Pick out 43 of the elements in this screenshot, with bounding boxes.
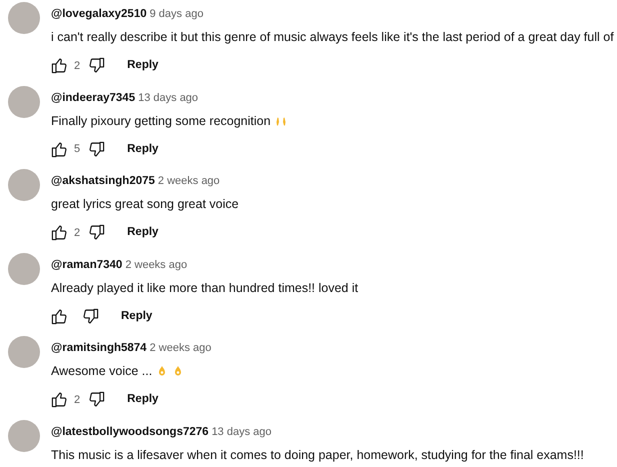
like-count: 2 [74,392,80,408]
like-count: 2 [74,58,80,74]
comment-text: Finally pixoury getting some recognition [51,112,271,130]
thumbs-up-icon[interactable] [51,57,68,74]
reply-button[interactable]: Reply [127,140,158,158]
thumbs-down-icon[interactable] [88,140,106,158]
thumbs-down-icon[interactable] [82,308,99,325]
avatar [8,252,40,284]
thumbs-up-icon[interactable] [51,224,68,242]
avatar [8,2,40,34]
like-count: 2 [74,226,80,240]
username[interactable]: @akshatsingh2075 [51,175,155,187]
username[interactable]: @latestbollywoodsongs7276 [51,426,209,438]
thumbs-up-icon[interactable] [51,391,68,408]
reply-button[interactable]: Reply [121,308,152,325]
comment-text: Already played it like more than hundred times!! loved it [51,280,358,297]
timestamp[interactable]: 2 weeks ago [158,175,220,187]
username[interactable]: @indeeray7345 [51,92,136,104]
reply-button[interactable]: Reply [127,224,158,242]
comment-text: This music is a lifesaver when it comes to doing paper, homework, studying for the final exams!!! [51,446,584,464]
timestamp[interactable]: 2 weeks ago [150,342,212,354]
timestamp[interactable]: 2 weeks ago [125,258,188,270]
thumbs-down-icon[interactable] [88,57,106,74]
avatar [8,336,40,368]
thumbs-down-icon[interactable] [88,224,106,242]
thumbs-up-icon[interactable] [51,308,68,325]
reply-button[interactable]: Reply [127,391,158,408]
thumbs-down-icon[interactable] [88,391,106,408]
avatar [8,420,40,452]
username[interactable]: @raman7340 [51,258,122,270]
reply-button[interactable]: Reply [127,57,158,74]
timestamp[interactable]: 9 days ago [150,8,204,20]
username[interactable]: @lovegalaxy2510 [51,8,147,20]
comment-text: great lyrics great song great voice [51,196,239,213]
timestamp[interactable]: 13 days ago [138,92,198,104]
avatar [8,169,40,201]
comment-text: Awesome voice ... [51,363,152,380]
like-count: 5 [74,142,80,157]
avatar [8,86,40,118]
comment-text: i can't really describe it but this genre of music always feels like it's the last period of a great day full of [51,29,614,46]
timestamp[interactable]: 13 days ago [212,426,272,438]
thumbs-up-icon[interactable] [51,140,68,158]
username[interactable]: @ramitsingh5874 [51,342,147,354]
